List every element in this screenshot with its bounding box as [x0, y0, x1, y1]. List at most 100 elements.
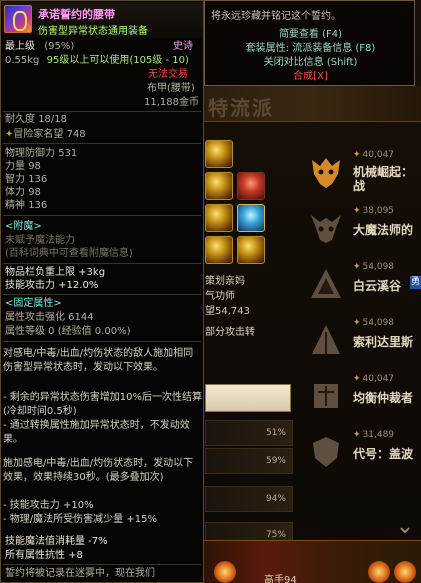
percent-row[interactable]: 94%: [205, 486, 293, 512]
equip-slot[interactable]: [205, 204, 233, 232]
percent-value: 75%: [265, 530, 286, 540]
chevron-down-icon[interactable]: ⌄: [390, 514, 420, 540]
skill-mp-line: 技能魔法值消耗量 -7%: [5, 536, 108, 547]
equip-slot[interactable]: [205, 140, 233, 168]
character-title: 策划亲妈: [205, 276, 245, 287]
bottom-bar: 高手94: [200, 540, 421, 583]
tooltip-scrollbar[interactable]: [203, 1, 204, 583]
divider: [3, 143, 201, 144]
horned-skull-icon: [308, 210, 344, 246]
bottom-bar-label: 高手94: [264, 575, 297, 583]
equipment-grid: [205, 140, 265, 270]
rank-row[interactable]: ✦ 54,098 索利达里斯: [298, 314, 421, 370]
demon-skull-icon: [308, 154, 344, 190]
fame-icon: ✦: [353, 206, 361, 216]
quick-view-hint: 简要查看 (F4): [278, 29, 343, 40]
item-price: 11,188金币: [144, 97, 199, 108]
item-level: 最上级 (95%): [5, 41, 75, 52]
balance-emblem-icon: [308, 378, 344, 414]
effect-paragraph: - 通过转换属性施加异常状态时，不发动效果。: [3, 420, 190, 445]
equip-slot[interactable]: [237, 204, 265, 232]
rank-score: ✦ 38,095: [353, 206, 395, 216]
rank-name: 索利达里斯: [353, 335, 414, 349]
rank-name: 均衡仲裁者: [353, 391, 414, 405]
rank-row[interactable]: ✦ 38,095 大魔法师的: [298, 202, 421, 258]
shield-emblem-icon: [308, 434, 344, 470]
synthesize-hint: 合成[X]: [293, 71, 328, 82]
divider: [3, 111, 201, 112]
equip-slot[interactable]: [205, 236, 233, 264]
rank-badge: 勇: [410, 276, 421, 289]
rank-score: ✦ 54,098: [353, 318, 395, 328]
percent-row[interactable]: 59%: [205, 448, 293, 474]
flame-icon: [214, 561, 236, 583]
divider: [3, 263, 201, 264]
effect-paragraph: - 剩余的异常状态伤害增加10%后一次性结算 (冷却时间0.5秒): [3, 392, 203, 417]
stat-row: 智力 136: [5, 174, 48, 185]
effect-paragraph: - 物理/魔法所受伤害减少量 +15%: [3, 514, 157, 525]
compare-tooltip: 将永远珍藏并铭记这个誓约。 简要查看 (F4) 套装属性: 流派装备信息 (F8…: [204, 0, 415, 86]
highlight-row[interactable]: [205, 384, 291, 412]
rank-score: ✦ 31,489: [353, 430, 395, 440]
fame-icon: ✦: [353, 318, 361, 328]
flavor-text: 将永远珍藏并铭记这个誓约。: [211, 11, 341, 22]
rank-row[interactable]: ✦ 31,489 代号：盖波: [298, 426, 421, 482]
panel-header-text: 特流派: [208, 96, 274, 120]
adventure-fame: ✦冒险家名望 748: [5, 129, 86, 140]
stat-row: 精神 136: [5, 200, 48, 211]
rank-score: ✦ 40,047: [353, 374, 395, 384]
trade-status: 无法交易: [148, 69, 188, 80]
panel-header: 特流派: [200, 86, 421, 122]
item-weight-req: 0.55kg 95级以上可以使用(105级 - 10): [5, 55, 189, 66]
fame-icon: ✦: [353, 262, 361, 272]
equip-slot[interactable]: [237, 236, 265, 264]
enchant-hint: (百科词典中可查看附魔信息): [5, 248, 133, 259]
item-tooltip: 承诺誓约的腰带 伤害型异常状态通用装备 最上级 (95%) 史诗 0.55kg …: [0, 0, 204, 583]
rank-score: ✦ 40,047: [353, 150, 395, 160]
divider: [3, 564, 201, 565]
durability: 耐久度 18/18: [5, 114, 68, 125]
rank-row[interactable]: ✦ 40,047 均衡仲裁者: [298, 370, 421, 426]
fame-icon: ✦: [353, 374, 361, 384]
divider: [3, 294, 201, 295]
character-gold-prefix: 望: [205, 306, 215, 317]
stat-row: 物理防御力 531: [5, 148, 78, 159]
flavor-footer: 誓约将被记录在迷雾中，现在我们: [5, 568, 155, 579]
character-class: 气功师: [205, 291, 235, 302]
pyramid-emblem-icon: [308, 322, 344, 358]
character-gold: 54,743: [215, 306, 250, 317]
rank-name: 机械崛起：战: [353, 165, 414, 193]
fixed-title: <固定属性>: [5, 298, 62, 309]
divider: [3, 341, 201, 342]
stat-row: 体力 98: [5, 187, 41, 198]
item-rarity: 史诗: [173, 41, 193, 52]
character-info: 策划亲妈 气功师 望54,743 部分攻击转: [205, 274, 255, 340]
slot-type: 布甲(腰带): [147, 83, 195, 94]
rank-row[interactable]: ✦ 40,047 机械崛起：战: [298, 146, 421, 202]
percent-value: 51%: [265, 428, 286, 438]
fixed-line: 属性攻击强化 6144: [5, 312, 94, 323]
belt-icon: [4, 5, 32, 33]
effect-paragraph: - 技能攻击力 +10%: [3, 500, 94, 511]
enchant-none: 未赋予魔法能力: [5, 235, 75, 246]
equip-slot[interactable]: [237, 172, 265, 200]
fame-icon: ✦: [353, 430, 361, 440]
item-subtitle: 伤害型异常状态通用装备: [38, 26, 148, 37]
bonus-line: 技能攻击力 +12.0%: [5, 280, 99, 291]
stat-row: 力量 98: [5, 161, 41, 172]
all-resist-line: 所有属性抗性 +8: [5, 550, 83, 561]
effect-paragraph: 施加感电/中毒/出血/灼伤状态时，发动以下效果，效果持续30秒。(最多叠加次): [3, 458, 194, 483]
flame-icon: [368, 561, 390, 583]
effect-paragraph: 对感电/中毒/出血/灼伤状态的敌人施加相同伤害型异常状态时，发动以下效果。: [3, 348, 194, 373]
rank-row[interactable]: ✦ 54,098 白云溪谷 勇: [298, 258, 421, 314]
fixed-line: 属性等级 0 (经验值 0.00%): [5, 326, 131, 337]
divider: [3, 215, 201, 216]
set-info-hint: 套装属性: 流派装备信息 (F8): [245, 43, 376, 54]
bonus-line: 物品栏负重上限 +3kg: [5, 267, 106, 278]
character-extra: 部分攻击转: [205, 327, 255, 338]
close-compare-hint: 关闭对比信息 (Shift): [263, 57, 358, 68]
equip-slot[interactable]: [205, 172, 233, 200]
percent-row[interactable]: 51%: [205, 420, 293, 446]
percent-value: 59%: [265, 456, 286, 466]
item-header: 承诺誓约的腰带 伤害型异常状态通用装备: [2, 2, 203, 38]
